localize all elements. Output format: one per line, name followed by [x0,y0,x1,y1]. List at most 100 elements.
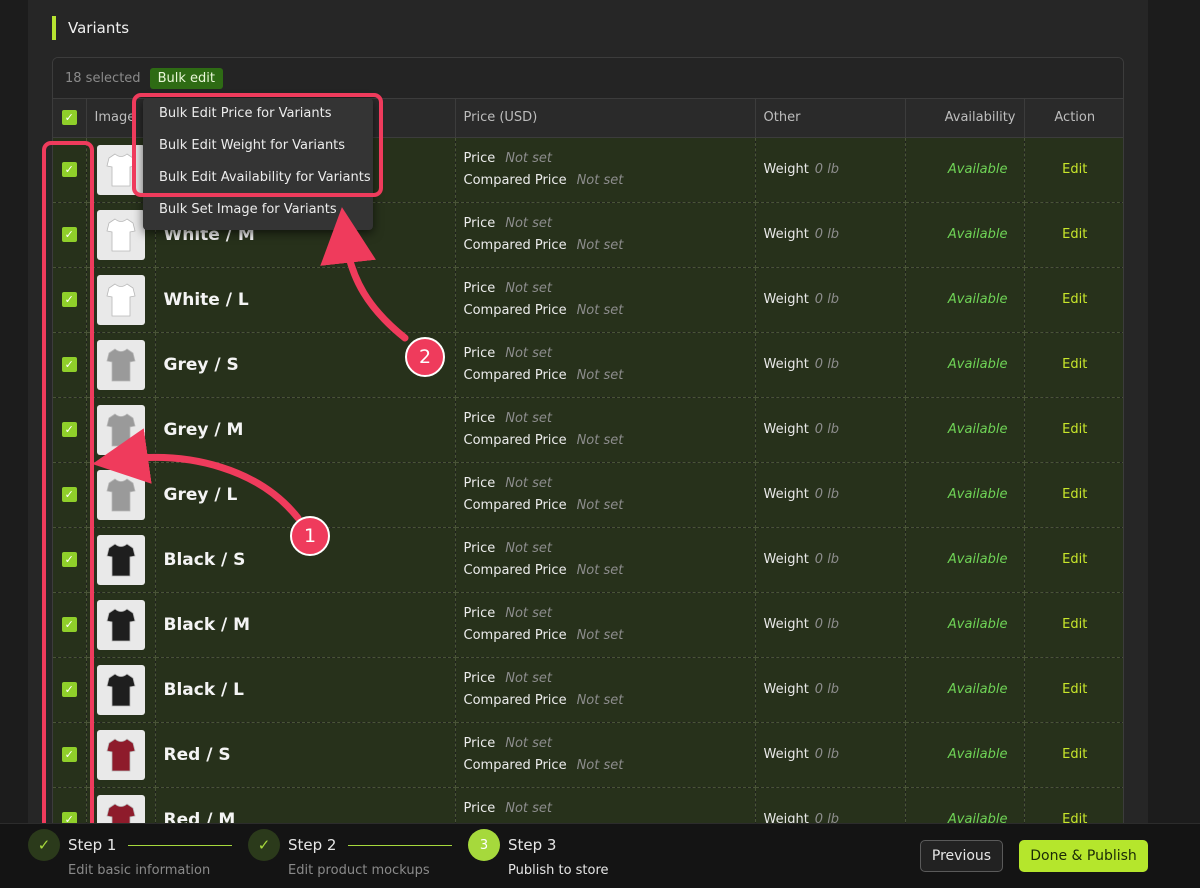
other-cell: Weight 0 lb [755,722,906,788]
other-cell: Weight 0 lb [755,267,906,333]
edit-link[interactable]: Edit [1024,202,1123,268]
row-checkbox[interactable]: ✓ [61,552,77,567]
row-checkbox[interactable]: ✓ [61,162,77,177]
menu-item-bulk-edit-price[interactable]: Bulk Edit Price for Variants [143,98,373,130]
price-label: Price [463,215,496,231]
weight-label: Weight [763,487,809,502]
variant-name: Red / S [155,722,456,788]
price-value: Not set [505,345,552,361]
compared-price-value: Not set [576,497,624,513]
edit-link[interactable]: Edit [1024,267,1123,333]
weight-value: 0 lb [814,747,840,762]
variant-thumbnail[interactable] [96,274,145,325]
other-cell: Weight 0 lb [755,462,906,528]
availability-status: Available [905,267,1025,333]
edit-link[interactable]: Edit [1024,137,1123,203]
availability-status: Available [905,657,1025,723]
variant-image-cell [86,722,156,788]
weight-value: 0 lb [814,552,840,567]
row-checkbox[interactable]: ✓ [61,422,77,437]
weight-label: Weight [763,162,809,177]
variant-thumbnail[interactable] [96,209,145,260]
price-label: Price [463,410,496,426]
menu-item-bulk-edit-weight[interactable]: Bulk Edit Weight for Variants [143,130,373,162]
table-row: ✓ White / L Price Not set Compared Price N… [53,267,1123,333]
other-cell: Weight 0 lb [755,332,906,398]
price-cell: Price Not set Compared Price Not set [455,332,756,398]
price-cell: Price Not set Compared Price Not set [455,527,756,593]
availability-status: Available [905,397,1025,463]
edit-link[interactable]: Edit [1024,722,1123,788]
variant-thumbnail[interactable] [96,729,145,780]
variant-thumbnail[interactable] [96,144,145,195]
compared-price-label: Compared Price [463,692,567,708]
row-select-cell: ✓ [53,722,87,788]
step-connector [348,845,452,846]
weight-value: 0 lb [814,682,840,697]
variant-image-cell [86,592,156,658]
other-cell: Weight 0 lb [755,137,906,203]
select-all-checkbox[interactable]: ✓ [61,110,77,126]
row-checkbox[interactable]: ✓ [61,292,77,307]
row-select-cell: ✓ [53,267,87,333]
price-cell: Price Not set Compared Price Not set [455,397,756,463]
variant-image-cell [86,657,156,723]
weight-value: 0 lb [814,617,840,632]
price-value: Not set [505,670,552,686]
weight-label: Weight [763,227,809,242]
row-checkbox[interactable]: ✓ [61,747,77,762]
bulk-edit-dropdown: Bulk Edit Price for Variants Bulk Edit W… [143,98,373,230]
availability-status: Available [905,722,1025,788]
row-checkbox[interactable]: ✓ [61,357,77,372]
compared-price-value: Not set [576,432,624,448]
compared-price-value: Not set [576,237,624,253]
variant-thumbnail[interactable] [96,664,145,715]
price-cell: Price Not set Compared Price Not set [455,267,756,333]
menu-item-bulk-edit-availability[interactable]: Bulk Edit Availability for Variants [143,162,373,194]
price-value: Not set [505,215,552,231]
step-3-number: 3 [468,829,500,861]
compared-price-label: Compared Price [463,367,567,383]
row-checkbox[interactable]: ✓ [61,682,77,697]
weight-value: 0 lb [814,227,840,242]
done-publish-button[interactable]: Done & Publish [1019,840,1148,872]
variant-name: Black / L [155,657,456,723]
price-label: Price [463,605,496,621]
edit-link[interactable]: Edit [1024,462,1123,528]
edit-link[interactable]: Edit [1024,592,1123,658]
variant-name: White / L [155,267,456,333]
menu-item-bulk-set-image[interactable]: Bulk Set Image for Variants [143,194,373,226]
previous-button[interactable]: Previous [920,840,1003,872]
row-checkbox[interactable]: ✓ [61,227,77,242]
edit-link[interactable]: Edit [1024,527,1123,593]
variant-thumbnail[interactable] [96,469,145,520]
tshirt-icon [106,543,135,576]
price-cell: Price Not set Compared Price Not set [455,462,756,528]
tshirt-icon [106,348,135,381]
weight-label: Weight [763,357,809,372]
check-icon: ✓ [28,829,60,861]
variant-image-cell [86,332,156,398]
compared-price-value: Not set [576,692,624,708]
compared-price-label: Compared Price [463,627,567,643]
table-row: ✓ Grey / S Price Not set Compared Price No… [53,332,1123,398]
variant-thumbnail[interactable] [96,404,145,455]
table-row: ✓ Black / S Price Not set Compared Price N… [53,527,1123,593]
edit-link[interactable]: Edit [1024,332,1123,398]
edit-link[interactable]: Edit [1024,397,1123,463]
tshirt-icon [106,738,135,771]
availability-status: Available [905,592,1025,658]
row-checkbox[interactable]: ✓ [61,617,77,632]
tshirt-icon [106,413,135,446]
row-checkbox[interactable]: ✓ [61,487,77,502]
variant-thumbnail[interactable] [96,339,145,390]
variant-image-cell [86,462,156,528]
bulk-edit-button[interactable]: Bulk edit [149,67,223,89]
row-select-cell: ✓ [53,657,87,723]
edit-link[interactable]: Edit [1024,657,1123,723]
variant-thumbnail[interactable] [96,599,145,650]
table-row: ✓ Black / M Price Not set Compared Price N… [53,592,1123,658]
variant-thumbnail[interactable] [96,534,145,585]
variant-name: Black / M [155,592,456,658]
row-select-cell: ✓ [53,592,87,658]
